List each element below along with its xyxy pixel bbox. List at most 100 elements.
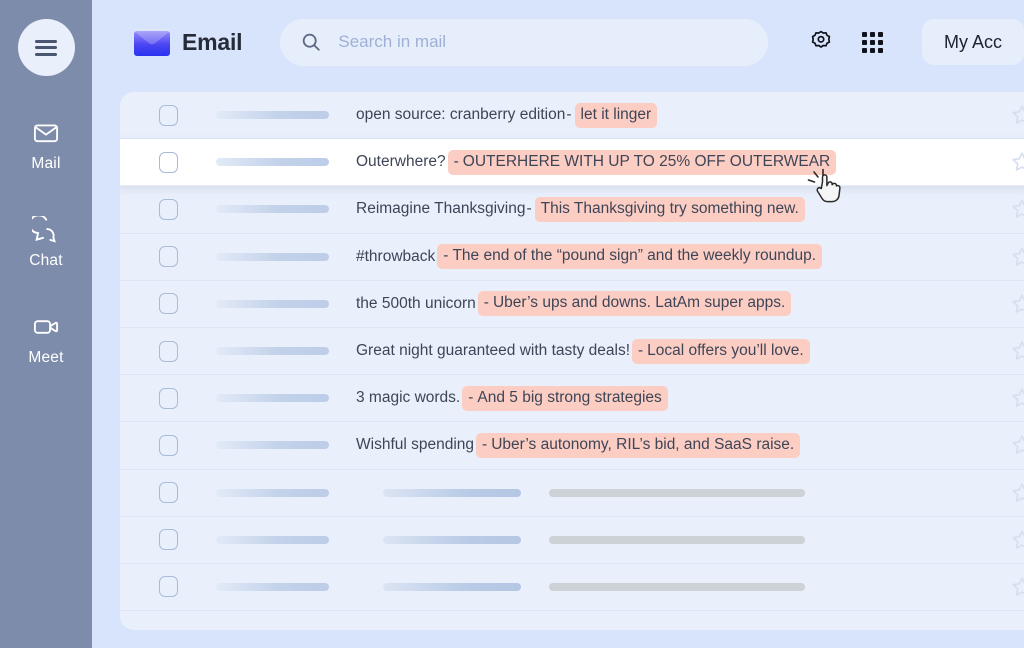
row-snippet-highlight: The end of the “pound sign” and the week… <box>448 244 822 269</box>
star-outline-icon[interactable] <box>1010 245 1024 269</box>
gear-icon <box>809 29 833 56</box>
row-subject: open source: cranberry edition <box>356 106 565 124</box>
row-snippet-highlight: Uber’s ups and downs. LatAm super apps. <box>489 291 791 316</box>
star-outline-icon[interactable] <box>1010 575 1024 599</box>
row-text: open source: cranberry edition -let it l… <box>356 103 1024 128</box>
row-text: Outerwhere? -OUTERHERE WITH UP TO 25% OF… <box>356 150 1024 175</box>
star-outline-icon[interactable] <box>1010 481 1024 505</box>
row-checkbox[interactable] <box>159 293 178 314</box>
apps-grid-icon <box>862 32 883 53</box>
row-checkbox[interactable] <box>159 435 178 456</box>
search-input[interactable] <box>338 32 748 52</box>
sidebar-item-mail[interactable]: Mail <box>0 118 92 173</box>
subject-placeholder-bar <box>383 536 521 544</box>
row-snippet-highlight: This Thanksgiving try something new. <box>535 197 805 222</box>
row-snippet-highlight: And 5 big strong strategies <box>473 386 667 411</box>
star-outline-icon[interactable] <box>1010 528 1024 552</box>
sender-placeholder-bar <box>216 394 329 402</box>
row-snippet-highlight: Local offers you’ll love. <box>643 339 810 364</box>
snippet-placeholder-bar <box>549 489 805 497</box>
brand[interactable]: Email <box>134 28 242 56</box>
search-bar[interactable] <box>280 19 768 66</box>
row-dash: - <box>478 291 489 316</box>
search-icon <box>300 31 322 53</box>
row-placeholder-bars <box>356 489 1024 497</box>
row-subject: 3 magic words. <box>356 389 460 407</box>
row-dash: - <box>462 386 473 411</box>
mail-row[interactable]: 3 magic words. -And 5 big strong strateg… <box>120 375 1024 422</box>
sender-placeholder-bar <box>216 253 329 261</box>
mail-list: open source: cranberry edition -let it l… <box>120 92 1024 611</box>
mail-row[interactable] <box>120 470 1024 517</box>
star-outline-icon[interactable] <box>1010 339 1024 363</box>
row-placeholder-bars <box>356 536 1024 544</box>
row-text: Wishful spending -Uber’s autonomy, RIL’s… <box>356 433 1024 458</box>
row-dash: - <box>525 200 532 218</box>
row-dash: - <box>476 433 487 458</box>
star-outline-icon[interactable] <box>1010 386 1024 410</box>
mail-row[interactable]: Wishful spending -Uber’s autonomy, RIL’s… <box>120 422 1024 469</box>
row-checkbox[interactable] <box>159 529 178 550</box>
mail-row[interactable]: Reimagine Thanksgiving -This Thanksgivin… <box>120 186 1024 233</box>
sidebar-item-chat[interactable]: Chat <box>0 215 92 270</box>
row-checkbox[interactable] <box>159 105 178 126</box>
sidebar-nav: Mail Chat Meet <box>0 118 92 409</box>
star-outline-icon[interactable] <box>1010 150 1024 174</box>
mail-row[interactable]: the 500th unicorn -Uber’s ups and downs.… <box>120 281 1024 328</box>
row-dash: - <box>437 244 448 269</box>
my-account-button[interactable]: My Acc <box>922 19 1024 65</box>
mail-list-card: open source: cranberry edition -let it l… <box>120 92 1024 630</box>
sender-placeholder-bar <box>216 489 329 497</box>
envelope-logo-icon <box>134 28 170 56</box>
subject-placeholder-bar <box>383 583 521 591</box>
sidebar-item-meet[interactable]: Meet <box>0 312 92 367</box>
row-snippet-highlight: Uber’s autonomy, RIL’s bid, and SaaS rai… <box>487 433 800 458</box>
mail-row[interactable]: #throwback -The end of the “pound sign” … <box>120 234 1024 281</box>
sender-placeholder-bar <box>216 441 329 449</box>
topbar-actions: My Acc <box>804 19 1024 65</box>
mail-row[interactable]: Outerwhere? -OUTERHERE WITH UP TO 25% OF… <box>120 139 1024 186</box>
star-outline-icon[interactable] <box>1010 433 1024 457</box>
row-checkbox[interactable] <box>159 152 178 173</box>
sender-placeholder-bar <box>216 347 329 355</box>
mail-row[interactable]: Great night guaranteed with tasty deals!… <box>120 328 1024 375</box>
star-outline-icon[interactable] <box>1010 292 1024 316</box>
star-outline-icon[interactable] <box>1010 103 1024 127</box>
row-text: Great night guaranteed with tasty deals!… <box>356 339 1024 364</box>
sender-placeholder-bar <box>216 536 329 544</box>
row-subject: Outerwhere? <box>356 153 446 171</box>
row-text: #throwback -The end of the “pound sign” … <box>356 244 1024 269</box>
row-placeholder-bars <box>356 583 1024 591</box>
apps-button[interactable] <box>856 25 890 59</box>
row-dash: - <box>448 150 459 175</box>
row-checkbox[interactable] <box>159 576 178 597</box>
snippet-placeholder-bar <box>549 583 805 591</box>
sender-placeholder-bar <box>216 583 329 591</box>
row-text: 3 magic words. -And 5 big strong strateg… <box>356 386 1024 411</box>
mail-row[interactable]: open source: cranberry edition -let it l… <box>120 92 1024 139</box>
sender-placeholder-bar <box>216 205 329 213</box>
brand-title: Email <box>182 29 242 56</box>
row-text: the 500th unicorn -Uber’s ups and downs.… <box>356 291 1024 316</box>
row-checkbox[interactable] <box>159 482 178 503</box>
row-checkbox[interactable] <box>159 246 178 267</box>
sender-placeholder-bar <box>216 300 329 308</box>
hamburger-menu-button[interactable] <box>18 19 75 76</box>
sidebar: Mail Chat Meet <box>0 0 92 648</box>
row-checkbox[interactable] <box>159 341 178 362</box>
row-subject: Great night guaranteed with tasty deals! <box>356 342 630 360</box>
star-outline-icon[interactable] <box>1010 197 1024 221</box>
mail-icon <box>31 118 61 148</box>
sidebar-item-label: Meet <box>28 349 63 367</box>
row-dash: - <box>565 106 572 124</box>
mail-row[interactable] <box>120 564 1024 611</box>
settings-button[interactable] <box>804 25 838 59</box>
row-subject: #throwback <box>356 248 435 266</box>
mail-row[interactable] <box>120 517 1024 564</box>
row-checkbox[interactable] <box>159 199 178 220</box>
sender-placeholder-bar <box>216 111 329 119</box>
row-subject: Wishful spending <box>356 436 474 454</box>
row-dash: - <box>632 339 643 364</box>
row-checkbox[interactable] <box>159 388 178 409</box>
sidebar-item-label: Chat <box>29 252 63 270</box>
